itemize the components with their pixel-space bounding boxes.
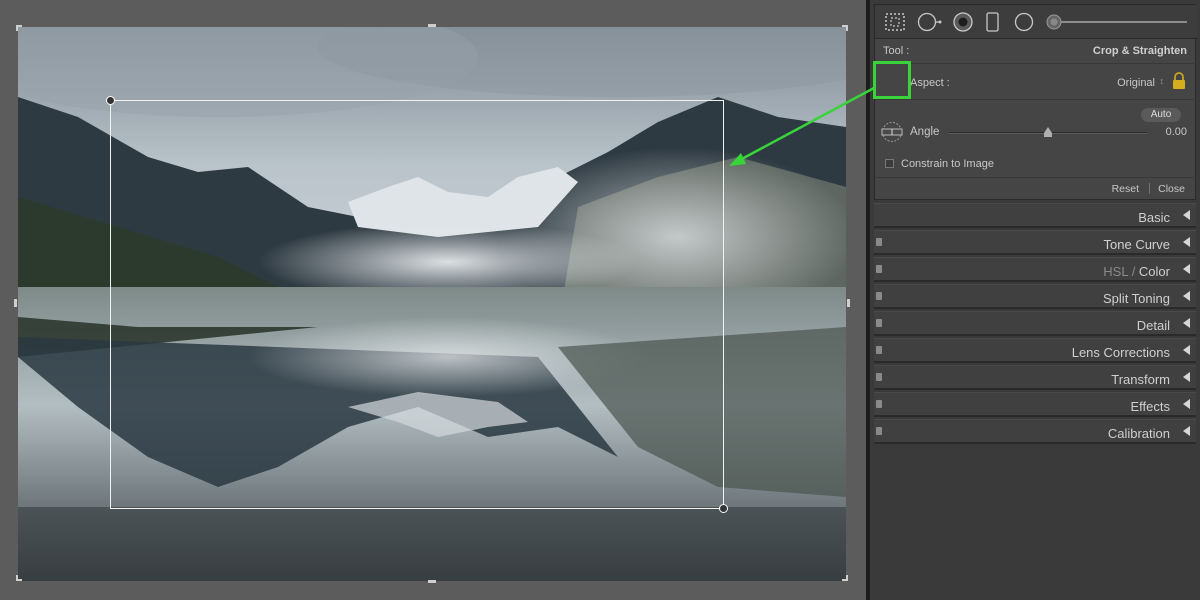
collapse-triangle-icon[interactable] bbox=[1183, 345, 1190, 355]
section-basic[interactable]: Basic bbox=[874, 203, 1196, 228]
reset-button[interactable]: Reset bbox=[1112, 183, 1139, 195]
collapse-triangle-icon[interactable] bbox=[1183, 210, 1190, 220]
separator bbox=[875, 99, 1197, 100]
panel-switch-icon[interactable] bbox=[876, 427, 882, 435]
section-title: Transform bbox=[1111, 372, 1170, 387]
constrain-checkbox[interactable] bbox=[885, 159, 894, 168]
lock-icon[interactable] bbox=[1171, 71, 1187, 91]
aspect-value[interactable]: Original bbox=[1117, 77, 1155, 89]
crop-overlay-icon[interactable] bbox=[884, 12, 906, 32]
separator bbox=[875, 63, 1197, 64]
crop-corner-top-left-v[interactable] bbox=[16, 25, 18, 31]
panel-switch-icon[interactable] bbox=[876, 265, 882, 273]
spot-removal-icon[interactable] bbox=[917, 12, 943, 32]
panel-switch-icon[interactable] bbox=[876, 292, 882, 300]
section-title: Lens Corrections bbox=[1071, 345, 1170, 360]
crop-corner-top-right-v[interactable] bbox=[846, 25, 848, 31]
crop-handle-right[interactable] bbox=[847, 299, 850, 307]
crop-handle-top[interactable] bbox=[428, 24, 436, 27]
separator bbox=[875, 177, 1197, 178]
section-tone-curve[interactable]: Tone Curve bbox=[874, 230, 1196, 255]
crop-handle-left[interactable] bbox=[14, 299, 17, 307]
section-title: Calibration bbox=[1107, 426, 1170, 441]
crop-corner-bottom-right-v[interactable] bbox=[846, 575, 848, 581]
graduated-filter-icon[interactable] bbox=[985, 12, 1001, 32]
radial-filter-icon[interactable] bbox=[1013, 12, 1035, 32]
panel-switch-icon[interactable] bbox=[876, 400, 882, 408]
aspect-label: Aspect : bbox=[910, 77, 950, 89]
section-title-group: HSL / Color bbox=[1103, 264, 1170, 279]
collapse-triangle-icon[interactable] bbox=[1183, 237, 1190, 247]
section-title: Effects bbox=[1130, 399, 1170, 414]
collapse-triangle-icon[interactable] bbox=[1183, 264, 1190, 274]
button-divider: | bbox=[1148, 182, 1151, 194]
crop-tool-panel: Tool : Crop & Straighten Aspect : Origin… bbox=[873, 4, 1197, 200]
constrain-label: Constrain to Image bbox=[901, 158, 994, 170]
tool-strip bbox=[875, 5, 1197, 39]
panel-switch-icon[interactable] bbox=[876, 373, 882, 381]
crop-box-corner-top-left[interactable] bbox=[106, 96, 115, 105]
section-transform[interactable]: Transform bbox=[874, 365, 1196, 390]
section-hsl-color[interactable]: HSL / Color bbox=[874, 257, 1196, 282]
collapse-triangle-icon[interactable] bbox=[1183, 399, 1190, 409]
section-title: Split Toning bbox=[1103, 291, 1170, 306]
crop-corner-bottom-left-v[interactable] bbox=[16, 575, 18, 581]
section-effects[interactable]: Effects bbox=[874, 392, 1196, 417]
close-button[interactable]: Close bbox=[1158, 183, 1185, 195]
crop-handle-bottom[interactable] bbox=[428, 580, 436, 583]
photo-canvas[interactable] bbox=[0, 0, 866, 600]
section-calibration[interactable]: Calibration bbox=[874, 419, 1196, 444]
section-title: Detail bbox=[1136, 318, 1170, 333]
angle-value[interactable]: 0.00 bbox=[1166, 126, 1187, 138]
section-title-color[interactable]: Color bbox=[1139, 264, 1170, 279]
aspect-stepper-icon[interactable]: ↕ bbox=[1160, 76, 1165, 86]
develop-right-panel: Tool : Crop & Straighten Aspect : Origin… bbox=[870, 0, 1200, 600]
collapse-triangle-icon[interactable] bbox=[1183, 372, 1190, 382]
tool-label: Tool : bbox=[883, 45, 910, 57]
red-eye-icon[interactable] bbox=[952, 12, 974, 32]
section-lens-corrections[interactable]: Lens Corrections bbox=[874, 338, 1196, 363]
auto-straighten-button[interactable]: Auto bbox=[1141, 108, 1181, 122]
section-split-toning[interactable]: Split Toning bbox=[874, 284, 1196, 309]
section-title: Basic bbox=[1138, 210, 1170, 225]
crop-rectangle[interactable] bbox=[106, 96, 728, 513]
angle-slider-thumb[interactable] bbox=[1043, 126, 1053, 138]
collapse-triangle-icon[interactable] bbox=[1183, 318, 1190, 328]
crop-box-corner-bottom-right[interactable] bbox=[719, 504, 728, 513]
panel-switch-icon[interactable] bbox=[876, 319, 882, 327]
tool-name: Crop & Straighten bbox=[1092, 45, 1187, 57]
section-title-hsl[interactable]: HSL bbox=[1103, 264, 1128, 279]
panel-switch-icon[interactable] bbox=[876, 346, 882, 354]
annotation-highlight-box bbox=[873, 61, 911, 99]
adjustment-brush-icon[interactable] bbox=[1045, 12, 1191, 32]
section-title-separator: / bbox=[1128, 264, 1139, 279]
straighten-level-icon[interactable] bbox=[879, 121, 905, 143]
section-title: Tone Curve bbox=[1103, 237, 1170, 252]
collapse-triangle-icon[interactable] bbox=[1183, 426, 1190, 436]
collapse-triangle-icon[interactable] bbox=[1183, 291, 1190, 301]
angle-label: Angle bbox=[910, 126, 940, 138]
panel-switch-icon[interactable] bbox=[876, 238, 882, 246]
section-detail[interactable]: Detail bbox=[874, 311, 1196, 336]
